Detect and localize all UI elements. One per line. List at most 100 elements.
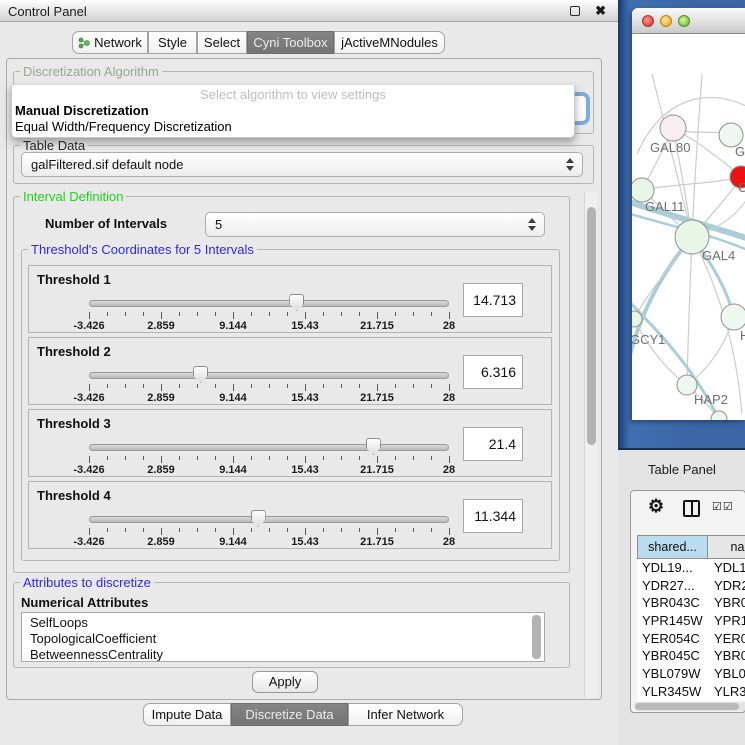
table-cell[interactable]: YIL052C — [637, 701, 709, 702]
table-cell[interactable]: YDR2 — [709, 577, 745, 595]
table-cell[interactable]: YDL1 — [709, 559, 745, 577]
tab-infer-network[interactable]: Infer Network — [348, 703, 463, 726]
table-row[interactable]: YBR043CYBR0 — [637, 594, 745, 612]
table-cell[interactable]: YPR145W — [637, 612, 709, 630]
tab-impute-data[interactable]: Impute Data — [143, 703, 231, 726]
table-cell[interactable]: YBR045C — [637, 647, 709, 665]
threshold-slider-thumb[interactable] — [193, 366, 208, 383]
table-cell[interactable]: YBR0 — [709, 594, 745, 612]
threshold-slider-track[interactable] — [89, 300, 449, 307]
table-cell[interactable]: YBL0 — [709, 665, 745, 683]
threshold-slider-thumb[interactable] — [289, 294, 304, 311]
network-node-label: C — [738, 180, 745, 195]
slider-scale-label: 2.859 — [147, 320, 175, 332]
minimize-traffic-light[interactable] — [660, 15, 672, 27]
zoom-traffic-light[interactable] — [678, 15, 690, 27]
table-cell[interactable]: YBR0 — [709, 647, 745, 665]
panel-scrollbar[interactable] — [584, 192, 597, 698]
table-cell[interactable]: YPR1 — [709, 612, 745, 630]
network-graph[interactable]: GAL80GACGAL11GAL4GCY1HHAP2 — [632, 34, 745, 420]
table-cell[interactable]: YBL079W — [637, 665, 709, 683]
threshold-slider-track[interactable] — [89, 444, 449, 451]
tab-style[interactable]: Style — [148, 31, 197, 54]
threshold-value-field[interactable]: 14.713 — [463, 283, 523, 317]
group-title: Threshold's Coordinates for 5 Intervals — [28, 242, 257, 257]
numerical-attributes-list[interactable]: SelfLoopsTopologicalCoefficientBetweenne… — [21, 612, 545, 662]
table-scrollbar-thumb[interactable] — [635, 703, 739, 710]
panel-scrollbar-thumb[interactable] — [587, 207, 596, 445]
slider-tick — [449, 384, 450, 391]
threshold-slider-thumb[interactable] — [251, 510, 266, 527]
attribute-item[interactable]: BetweennessCentrality — [30, 647, 544, 662]
popup-option-manual-discretization[interactable]: Manual Discretization — [15, 103, 149, 118]
tab-select[interactable]: Select — [197, 31, 247, 54]
table-row[interactable]: YBL079WYBL0 — [637, 665, 745, 683]
threshold-value-field[interactable]: 11.344 — [463, 499, 523, 533]
threshold-slider-thumb[interactable] — [366, 438, 381, 455]
column-layout-icon[interactable] — [683, 500, 700, 517]
table-cell[interactable]: YDR27... — [637, 577, 709, 595]
tab-discretize-data[interactable]: Discretize Data — [231, 703, 348, 726]
tab-label: Select — [204, 35, 240, 50]
tab-network[interactable]: Network — [72, 31, 148, 54]
table-horizontal-scrollbar[interactable] — [634, 702, 745, 711]
slider-scale-label: 28 — [443, 464, 455, 476]
table-row[interactable]: YBR045CYBR0 — [637, 647, 745, 665]
tab-label: Style — [158, 35, 187, 50]
close-traffic-light[interactable] — [642, 15, 654, 27]
tab-cyni-toolbox[interactable]: Cyni Toolbox — [247, 31, 334, 54]
network-node[interactable] — [660, 115, 686, 141]
slider-tick — [323, 384, 324, 388]
gear-icon[interactable]: ⚙ — [648, 496, 664, 517]
table-cell[interactable]: YLR345W — [637, 683, 709, 701]
table-row[interactable]: YIL052CYIL0 — [637, 701, 745, 702]
attribute-item[interactable]: SelfLoops — [30, 615, 544, 631]
threshold-label: Threshold 4 — [37, 488, 111, 503]
table-row[interactable]: YDR27...YDR2 — [637, 577, 745, 595]
network-canvas[interactable]: GAL80GACGAL11GAL4GCY1HHAP2 — [632, 34, 745, 420]
slider-tick — [161, 528, 162, 535]
table-cell[interactable]: YIL0 — [709, 701, 741, 702]
slider-scale-label: 28 — [443, 536, 455, 548]
table-cell[interactable]: YER054C — [637, 630, 709, 648]
slider-scale-label: 9.144 — [219, 392, 247, 404]
tab-jactivemnodules[interactable]: jActiveMNodules — [334, 31, 445, 54]
table-cell[interactable]: YDL19... — [637, 559, 709, 577]
table-row[interactable]: YDL19...YDL1 — [637, 559, 745, 577]
slider-scale-label: -3.426 — [73, 464, 104, 476]
number-of-intervals-combobox[interactable]: 5 — [205, 212, 545, 237]
close-icon[interactable]: ✖ — [595, 3, 606, 19]
network-node-label: H — [740, 328, 745, 343]
popup-option-equal-width-frequency[interactable]: Equal Width/Frequency Discretization — [15, 119, 232, 134]
checkbox-icons[interactable]: ☑☑ — [712, 500, 734, 513]
threshold-slider-track[interactable] — [89, 516, 449, 523]
slider-tick — [197, 312, 198, 316]
table-cell[interactable]: YER0 — [709, 630, 745, 648]
slider-tick — [179, 456, 180, 460]
threshold-value-field[interactable]: 6.316 — [463, 355, 523, 389]
slider-tick — [395, 456, 396, 460]
attribute-item[interactable]: TopologicalCoefficient — [30, 631, 544, 647]
slider-tick — [287, 456, 288, 460]
float-window-icon[interactable] — [570, 6, 580, 16]
slider-scale-label: -3.426 — [73, 392, 104, 404]
table-row[interactable]: YER054CYER0 — [637, 630, 745, 648]
table-row[interactable]: YLR345WYLR3 — [637, 683, 745, 701]
attributes-list-scrollbar[interactable] — [532, 615, 541, 659]
table-cell[interactable]: YLR3 — [709, 683, 745, 701]
slider-tick — [89, 312, 90, 319]
table-data-combobox[interactable]: galFiltered.sif default node — [21, 152, 583, 177]
apply-button[interactable]: Apply — [252, 671, 318, 693]
slider-scale-label: 21.715 — [360, 464, 394, 476]
column-header-name[interactable]: na — [708, 535, 745, 559]
threshold-slider-track[interactable] — [89, 372, 449, 379]
column-header-shared-name[interactable]: shared... — [637, 535, 708, 559]
network-node[interactable] — [721, 304, 745, 330]
threshold-value-field[interactable]: 21.4 — [463, 427, 523, 461]
slider-scale-label: -3.426 — [73, 320, 104, 332]
slider-tick — [341, 456, 342, 460]
table-cell[interactable]: YBR043C — [637, 594, 709, 612]
slider-tick — [341, 528, 342, 532]
table-row[interactable]: YPR145WYPR1 — [637, 612, 745, 630]
slider-tick — [251, 312, 252, 316]
